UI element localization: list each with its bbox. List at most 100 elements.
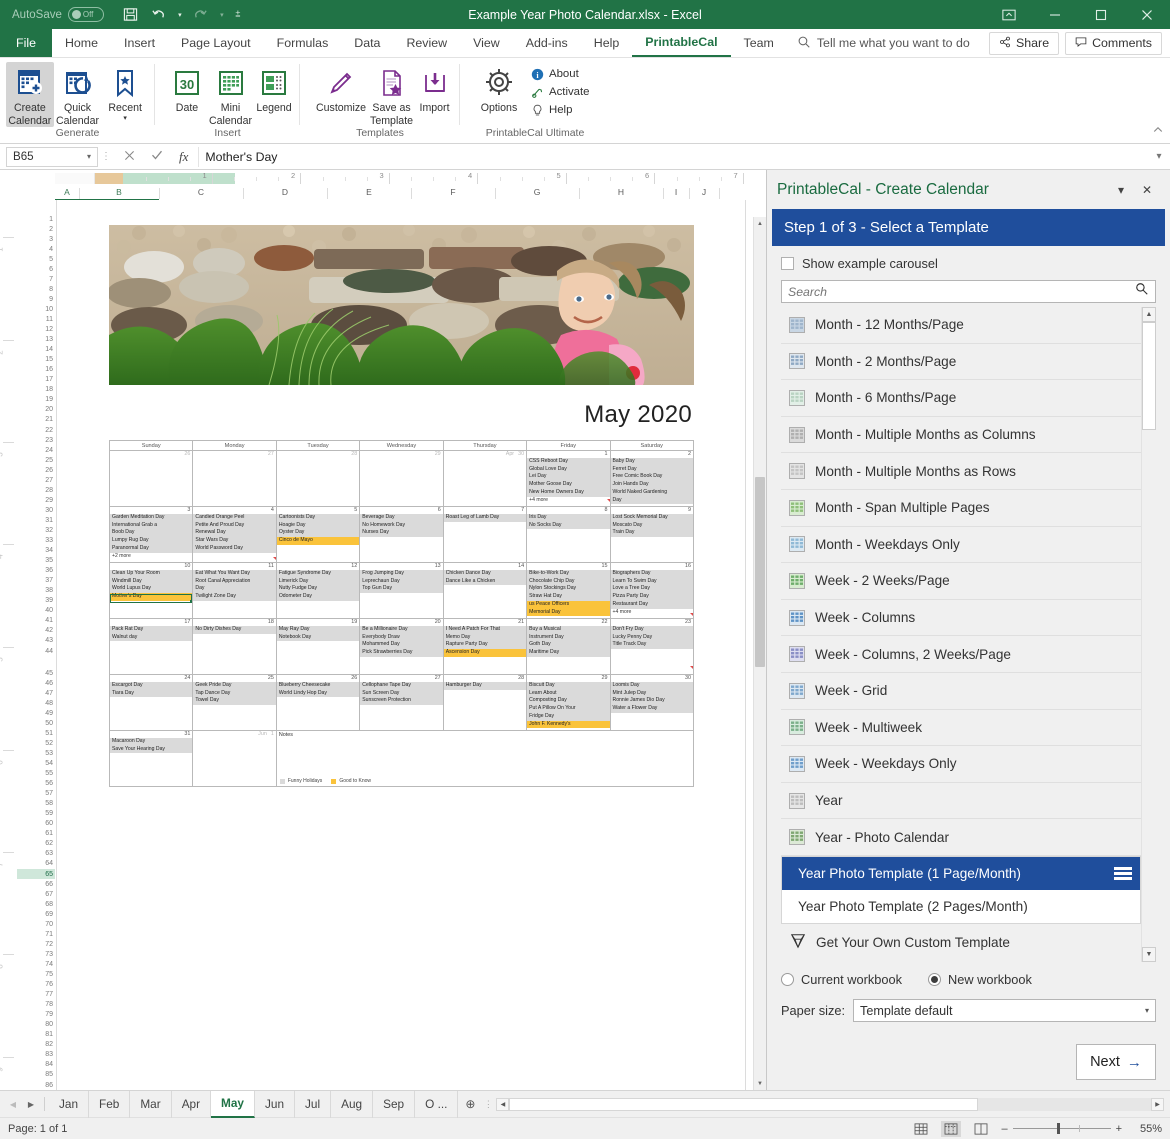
row-header-20[interactable]: 20 (17, 405, 55, 415)
calendar-event[interactable]: World Lindy Hop Day (277, 690, 359, 698)
normal-view-icon[interactable] (911, 1121, 931, 1137)
calendar-event[interactable]: Iris Day (527, 514, 609, 522)
calendar-event[interactable]: Title Track Day (611, 641, 693, 649)
calendar-event[interactable]: Beverage Day (360, 514, 442, 522)
calendar-day-cell[interactable]: 16Biographers DayLearn To Swim DayLove a… (611, 563, 694, 619)
template-item-3[interactable]: Month - Multiple Months as Columns (781, 417, 1141, 454)
template-item-1[interactable]: Month - 2 Months/Page (781, 344, 1141, 381)
calendar-day-cell[interactable]: 29 (360, 451, 443, 507)
template-item-9[interactable]: Week - Columns, 2 Weeks/Page (781, 636, 1141, 673)
next-button[interactable]: Next → (1076, 1044, 1156, 1080)
calendar-day-cell[interactable]: 6Beverage DayNo Homework DayNurses Day (360, 507, 443, 563)
row-header-57[interactable]: 57 (17, 789, 55, 799)
calendar-event[interactable]: Instrument Day (527, 634, 609, 642)
calendar-event[interactable]: Loomis Day (611, 682, 693, 690)
row-header-4[interactable]: 4 (17, 244, 55, 254)
calendar-event[interactable]: Garden Meditation Day (110, 514, 192, 522)
scroll-down-icon[interactable]: ▼ (754, 1077, 766, 1090)
row-header-81[interactable]: 81 (17, 1030, 55, 1040)
calendar-event[interactable]: John F. Kennedy's (527, 721, 609, 729)
calendar-day-cell[interactable]: 30Loomis DayMint Julep DayRonnie James D… (611, 675, 694, 731)
mini-calendar-button[interactable]: Mini Calendar (207, 62, 254, 127)
tab-team[interactable]: Team (731, 29, 787, 57)
calendar-day-cell[interactable]: 17Pack Rat DayWalnut day (110, 619, 193, 675)
radio-new-workbook[interactable]: New workbook (928, 972, 1032, 987)
calendar-event[interactable]: Goth Day (527, 641, 609, 649)
calendar-day-cell[interactable]: 2Baby DayFerret DayFree Comic Book DayJo… (611, 451, 694, 507)
row-header-67[interactable]: 67 (17, 889, 55, 899)
calendar-day-cell[interactable]: 23Don't Fry DayLucky Penny DayTitle Trac… (611, 619, 694, 675)
template-item-12[interactable]: Week - Weekdays Only (781, 746, 1141, 783)
row-header-40[interactable]: 40 (17, 606, 55, 616)
row-header-7[interactable]: 7 (17, 274, 55, 284)
customize-qat-icon[interactable]: ⩲ (230, 3, 246, 27)
calendar-day-cell[interactable]: 21I Need A Patch For ThatMemo DayRapture… (444, 619, 527, 675)
calendar-event[interactable]: Maritime Day (527, 649, 609, 657)
row-header-56[interactable]: 56 (17, 779, 55, 789)
activate-button[interactable]: Activate (526, 84, 594, 100)
comments-button[interactable]: Comments (1065, 32, 1162, 55)
row-header-55[interactable]: 55 (17, 769, 55, 779)
nav-next-icon[interactable]: ▶ (22, 1100, 40, 1109)
row-header-75[interactable]: 75 (17, 969, 55, 979)
row-header-60[interactable]: 60 (17, 819, 55, 829)
row-header-41[interactable]: 41 (17, 616, 55, 626)
customize-button[interactable]: Customize (314, 62, 368, 115)
row-header-15[interactable]: 15 (17, 355, 55, 365)
row-header-2[interactable]: 2 (17, 224, 55, 234)
calendar-event[interactable]: Put A Pillow On Your (527, 705, 609, 713)
calendar-day-cell[interactable]: 27Cellophane Tape DaySun Screen DaySunsc… (360, 675, 443, 731)
calendar-event[interactable]: Restaurant Day (611, 601, 693, 609)
column-header-j[interactable]: J (689, 187, 719, 200)
tab-add-ins[interactable]: Add-ins (513, 29, 581, 57)
template-menu-icon[interactable] (1114, 867, 1132, 880)
row-header-34[interactable]: 34 (17, 546, 55, 556)
row-header-62[interactable]: 62 (17, 839, 55, 849)
calendar-day-cell[interactable]: Apr 30 (444, 451, 527, 507)
template-item-13[interactable]: Year (781, 783, 1141, 820)
row-header-26[interactable]: 26 (17, 465, 55, 475)
template-search-box[interactable] (781, 280, 1156, 303)
row-header-33[interactable]: 33 (17, 536, 55, 546)
options-button[interactable]: Options (472, 62, 526, 115)
row-header-71[interactable]: 71 (17, 929, 55, 939)
row-header-59[interactable]: 59 (17, 809, 55, 819)
column-header-i[interactable]: I (663, 187, 689, 200)
calendar-day-cell[interactable]: 26Blueberry CheesecakeWorld Lindy Hop Da… (277, 675, 360, 731)
calendar-event[interactable]: Chocolate Chip Day (527, 578, 609, 586)
row-header-74[interactable]: 74 (17, 959, 55, 969)
select-all-corner[interactable] (0, 187, 55, 200)
row-header-70[interactable]: 70 (17, 919, 55, 929)
calendar-event[interactable]: Love a Tree Day (611, 585, 693, 593)
calendar-event[interactable]: Nutty Fudge Day (277, 585, 359, 593)
row-header-21[interactable]: 21 (17, 415, 55, 425)
template-item-6[interactable]: Month - Weekdays Only (781, 527, 1141, 564)
calendar-day-cell[interactable]: 29Biscuit DayLearn AboutComposting DayPu… (527, 675, 610, 731)
calendar-event[interactable]: Bike-to-Work Day (527, 570, 609, 578)
calendar-event[interactable]: Memo Day (444, 634, 526, 642)
row-header-49[interactable]: 49 (17, 708, 55, 718)
panel-close-icon[interactable]: ✕ (1134, 183, 1160, 197)
calendar-event[interactable]: Tap Dance Day (193, 690, 275, 698)
row-header-48[interactable]: 48 (17, 698, 55, 708)
calendar-day-cell[interactable]: 3Garden Meditation DayInternational Grab… (110, 507, 193, 563)
zoom-track[interactable] (1013, 1128, 1111, 1129)
calendar-event[interactable]: Petite And Proud Day (193, 522, 275, 530)
recent-dropdown-icon[interactable]: ▾ (123, 115, 127, 123)
calendar-event[interactable]: +2 more (110, 553, 192, 561)
calendar-day-cell[interactable]: 1CSS Reboot DayGlobal Love DayLei DayMot… (527, 451, 610, 507)
column-header-c[interactable]: C (159, 187, 243, 200)
row-header-18[interactable]: 18 (17, 385, 55, 395)
show-example-carousel-checkbox[interactable] (781, 257, 794, 270)
row-header-32[interactable]: 32 (17, 525, 55, 535)
calendar-event[interactable]: Pack Rat Day (110, 626, 192, 634)
calendar-day-cell[interactable]: 10Clean Up Your RoomWindmill DayWorld Lu… (110, 563, 193, 619)
calendar-event[interactable]: Twilight Zone Day (193, 593, 275, 601)
page-break-preview-icon[interactable] (971, 1121, 991, 1137)
row-header-78[interactable]: 78 (17, 1000, 55, 1010)
tell-me-search[interactable]: Tell me what you want to do (797, 29, 970, 57)
formula-input[interactable]: Mother's Day (198, 147, 1150, 167)
calendar-event[interactable]: Notebook Day (277, 634, 359, 642)
calendar-day-cell[interactable]: 28Hamburger Day (444, 675, 527, 731)
calendar-event[interactable]: Fatigue Syndrome Day (277, 570, 359, 578)
